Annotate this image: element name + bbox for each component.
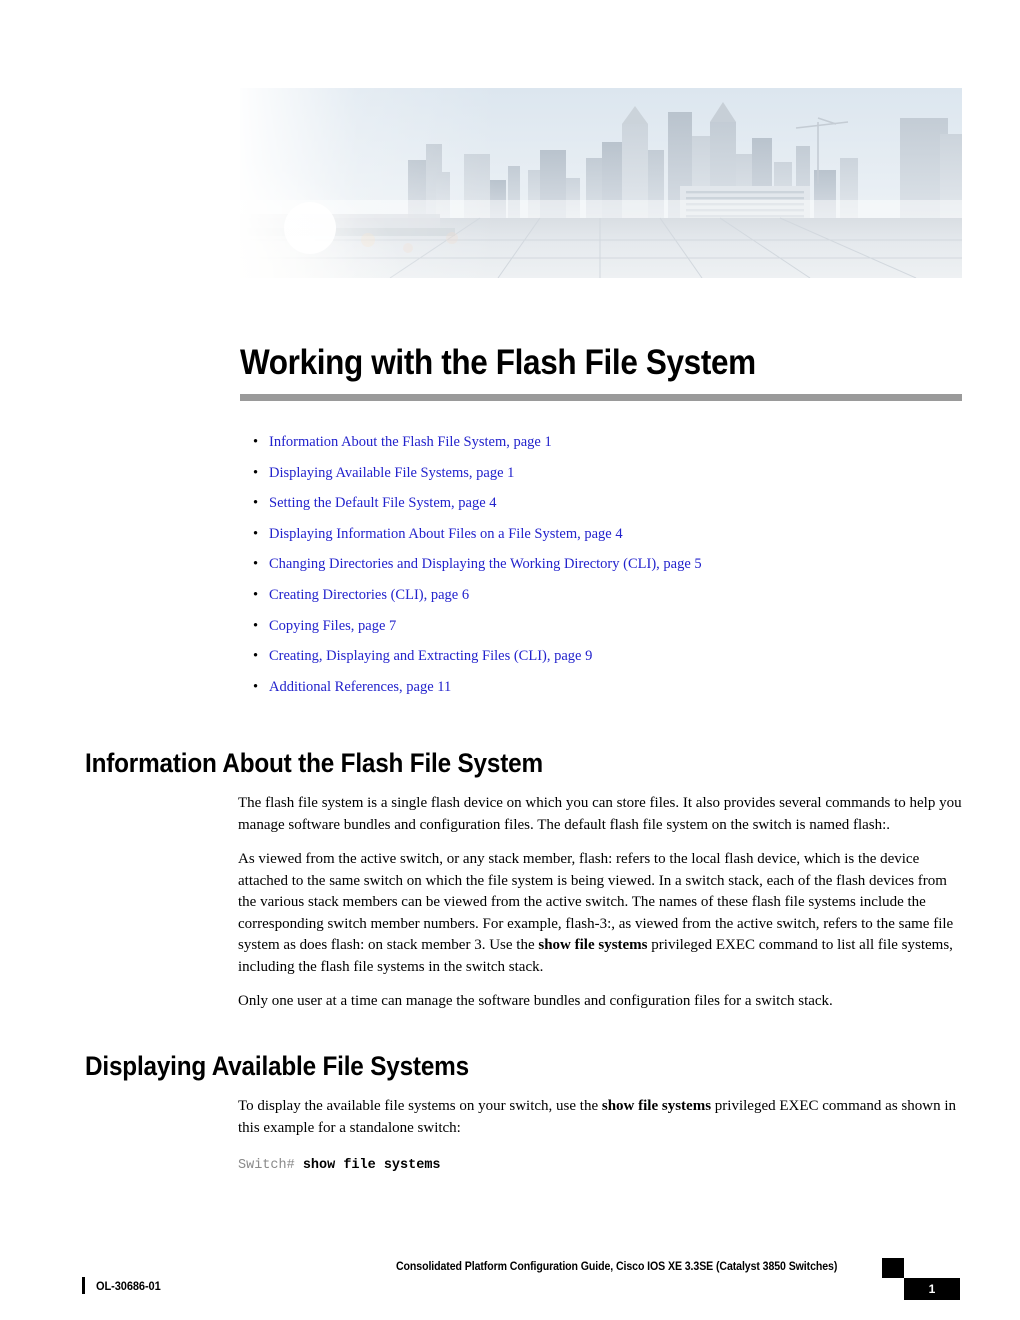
chapter-banner-image bbox=[240, 88, 962, 278]
list-item[interactable]: • Creating Directories (CLI), page 6 bbox=[240, 586, 962, 604]
list-item[interactable]: • Displaying Available File Systems, pag… bbox=[240, 464, 962, 482]
bullet-icon: • bbox=[253, 434, 259, 450]
toc-link[interactable]: Changing Directories and Displaying the … bbox=[269, 556, 702, 572]
toc-link[interactable]: Copying Files, page 7 bbox=[269, 618, 396, 634]
paragraph: To display the available file systems on… bbox=[238, 1096, 963, 1139]
inline-command-bold: show file systems bbox=[538, 937, 648, 953]
paragraph-text: To display the available file systems on… bbox=[238, 1098, 602, 1114]
footer-change-bar bbox=[82, 1277, 85, 1294]
paragraph: Only one user at a time can manage the s… bbox=[238, 993, 833, 1009]
toc-link[interactable]: Additional References, page 11 bbox=[269, 679, 451, 695]
toc-link[interactable]: Displaying Information About Files on a … bbox=[269, 526, 623, 542]
paragraph: As viewed from the active switch, or any… bbox=[238, 849, 963, 978]
paragraph: The flash file system is a single flash … bbox=[238, 795, 962, 833]
section-body-displaying: To display the available file systems on… bbox=[238, 1096, 963, 1152]
bullet-icon: • bbox=[253, 464, 259, 481]
footer-document-id: OL-30686-01 bbox=[96, 1279, 161, 1293]
list-item[interactable]: • Copying Files, page 7 bbox=[240, 617, 962, 635]
section-body-information: The flash file system is a single flash … bbox=[238, 793, 963, 1026]
bullet-icon: • bbox=[253, 678, 259, 695]
list-item[interactable]: • Displaying Information About Files on … bbox=[240, 525, 962, 543]
list-item[interactable]: • Additional References, page 11 bbox=[240, 678, 962, 696]
bullet-icon: • bbox=[253, 556, 259, 573]
bullet-icon: • bbox=[253, 525, 259, 542]
list-item[interactable]: • Creating, Displaying and Extracting Fi… bbox=[240, 647, 962, 665]
bullet-icon: • bbox=[253, 586, 259, 603]
section-heading-displaying-available-file-systems: Displaying Available File Systems bbox=[85, 1051, 469, 1081]
cli-command: show file systems bbox=[302, 1158, 441, 1173]
cli-prompt: Switch# bbox=[238, 1158, 303, 1173]
bullet-icon: • bbox=[253, 617, 259, 634]
toc-link[interactable]: Creating Directories (CLI), page 6 bbox=[269, 587, 469, 603]
list-item[interactable]: • Setting the Default File System, page … bbox=[240, 494, 962, 512]
bullet-icon: • bbox=[253, 648, 259, 665]
toc-link[interactable]: Information About the Flash File System,… bbox=[269, 434, 552, 450]
toc-link[interactable]: Setting the Default File System, page 4 bbox=[269, 495, 497, 511]
page-title: Working with the Flash File System bbox=[240, 343, 756, 382]
list-item[interactable]: • Changing Directories and Displaying th… bbox=[240, 555, 962, 573]
section-heading-information-about-the-flash-file-system: Information About the Flash File System bbox=[85, 748, 543, 778]
title-divider bbox=[240, 394, 962, 401]
footer-decorative-square bbox=[882, 1258, 904, 1278]
chapter-toc-list: • Information About the Flash File Syste… bbox=[240, 433, 962, 708]
toc-link[interactable]: Creating, Displaying and Extracting File… bbox=[269, 648, 592, 664]
cli-code-block: Switch# show file systems bbox=[238, 1157, 963, 1175]
toc-link[interactable]: Displaying Available File Systems, page … bbox=[269, 465, 514, 481]
list-item[interactable]: • Information About the Flash File Syste… bbox=[240, 433, 962, 451]
footer-guide-title: Consolidated Platform Configuration Guid… bbox=[396, 1261, 838, 1273]
bullet-icon: • bbox=[253, 495, 259, 512]
city-skyline-illustration bbox=[240, 88, 962, 278]
footer-page-number: 1 bbox=[928, 1282, 936, 1296]
inline-command-bold: show file systems bbox=[601, 1098, 712, 1114]
